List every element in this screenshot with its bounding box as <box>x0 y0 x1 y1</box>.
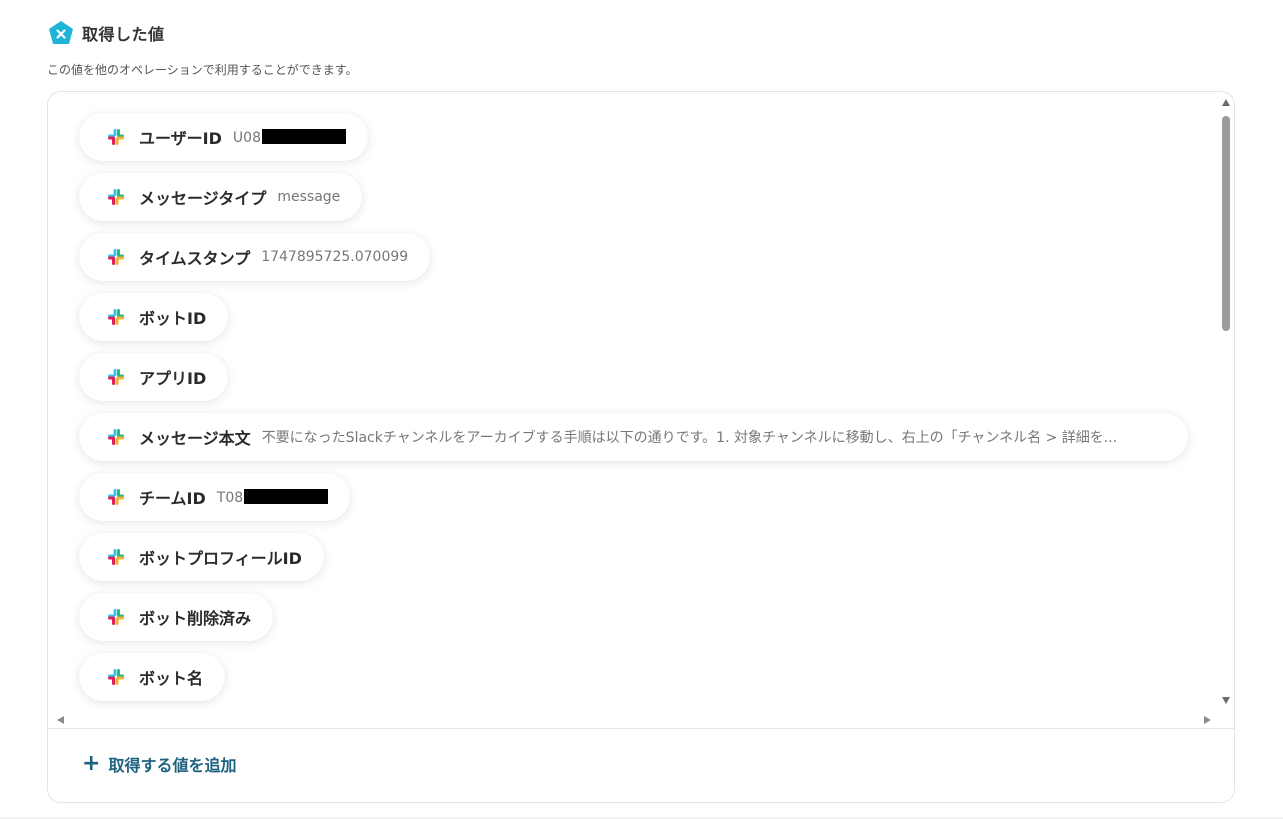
section-description: この値を他のオペレーションで利用することができます。 <box>47 63 358 77</box>
chip-value: 1747895725.070099 <box>261 249 409 265</box>
value-chip-bot-deleted[interactable]: ボット削除済み <box>79 593 274 641</box>
chip-value: U08 <box>233 128 346 146</box>
value-chip-bot-profile-id[interactable]: ボットプロフィールID <box>79 533 324 581</box>
chip-label: ボット名 <box>139 669 204 688</box>
slack-icon <box>108 549 124 565</box>
redaction-bar <box>244 488 329 504</box>
value-chip-message-type[interactable]: メッセージタイプ message <box>79 173 363 221</box>
scrollbar-thumb[interactable] <box>1222 116 1230 331</box>
value-chip-bot-name[interactable]: ボット名 <box>79 653 226 701</box>
yoom-x-icon <box>49 21 73 44</box>
chip-label: ユーザーID <box>139 129 222 148</box>
chip-label: ボット削除済み <box>139 609 252 628</box>
section-header: 取得した値 <box>48 20 165 46</box>
chip-value: T08 <box>217 488 329 506</box>
scroll-left-arrow-icon[interactable] <box>57 716 64 724</box>
values-list: ユーザーID U08 メッセージタイプ message タイムスタンプ 1747… <box>48 92 1220 712</box>
divider <box>48 728 1234 729</box>
chip-label: チームID <box>139 489 206 508</box>
chip-value: message <box>277 189 341 205</box>
vertical-scrollbar[interactable] <box>1218 92 1234 712</box>
value-chip-message-body[interactable]: メッセージ本文 不要になったSlackチャンネルをアーカイブする手順は以下の通り… <box>79 413 1188 461</box>
chip-label: アプリID <box>139 369 207 388</box>
slack-icon <box>108 669 124 685</box>
value-chip-bot-id[interactable]: ボットID <box>79 293 229 341</box>
values-panel: ユーザーID U08 メッセージタイプ message タイムスタンプ 1747… <box>47 91 1235 803</box>
value-chip-timestamp[interactable]: タイムスタンプ 1747895725.070099 <box>79 233 431 281</box>
slack-icon <box>108 129 124 145</box>
slack-icon <box>108 429 124 445</box>
slack-icon <box>108 189 124 205</box>
section-title: 取得した値 <box>82 25 165 44</box>
slack-icon <box>108 609 124 625</box>
value-chip-app-id[interactable]: アプリID <box>79 353 229 401</box>
redaction-bar <box>261 128 346 144</box>
slack-icon <box>108 369 124 385</box>
chip-label: メッセージタイプ <box>139 189 267 208</box>
slack-icon <box>108 249 124 265</box>
chip-label: ボットプロフィールID <box>139 549 302 568</box>
scroll-up-arrow-icon[interactable] <box>1222 99 1230 106</box>
add-value-label: 取得する値を追加 <box>108 756 237 775</box>
chip-label: メッセージ本文 <box>139 429 251 448</box>
add-value-button[interactable]: + 取得する値を追加 <box>82 752 236 776</box>
chip-label: タイムスタンプ <box>139 249 251 268</box>
plus-icon: + <box>82 751 101 776</box>
chip-value: 不要になったSlackチャンネルをアーカイブする手順は以下の通りです。1. 対象… <box>261 430 1118 446</box>
value-chip-team-id[interactable]: チームID T08 <box>79 473 351 521</box>
value-chip-user-id[interactable]: ユーザーID U08 <box>79 113 368 161</box>
horizontal-scrollbar[interactable] <box>48 712 1220 728</box>
slack-icon <box>108 309 124 325</box>
scroll-down-arrow-icon[interactable] <box>1222 697 1230 704</box>
scroll-right-arrow-icon[interactable] <box>1204 716 1211 724</box>
slack-icon <box>108 489 124 505</box>
chip-label: ボットID <box>139 309 207 328</box>
